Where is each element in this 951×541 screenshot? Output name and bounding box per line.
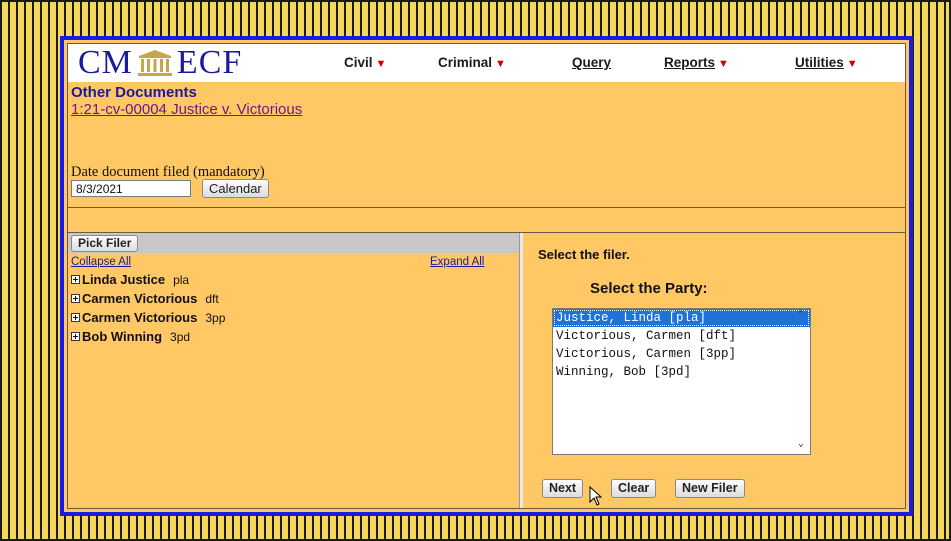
expand-plus-icon[interactable] <box>71 275 80 284</box>
menu-civil-label: Civil <box>344 55 373 70</box>
menu-criminal-label: Criminal <box>438 55 493 70</box>
menu-query[interactable]: Query <box>572 55 611 70</box>
menu-bar: CM ECF Civil ▼ Criminal ▼ Query Reports … <box>68 44 905 82</box>
tree-item-name: Bob Winning <box>82 329 163 344</box>
tree-item-name: Carmen Victorious <box>82 291 198 306</box>
tree-item[interactable]: Linda Justice pla <box>71 272 189 287</box>
clear-button[interactable]: Clear <box>611 479 657 498</box>
menu-utilities[interactable]: Utilities ▼ <box>795 55 858 70</box>
mouse-pointer-icon <box>589 486 603 506</box>
page-title: Other Documents <box>71 84 197 101</box>
party-select-panel: Select the filer. Select the Party: Just… <box>523 233 905 508</box>
tree-item[interactable]: Carmen Victorious 3pp <box>71 310 225 325</box>
divider-line <box>68 207 905 208</box>
tree-item-name: Linda Justice <box>82 272 166 287</box>
filer-tree-header: Pick Filer <box>68 233 519 253</box>
pick-filer-button[interactable]: Pick Filer <box>71 235 139 252</box>
logo-text-right: ECF <box>176 44 243 81</box>
expand-plus-icon[interactable] <box>71 294 80 303</box>
new-filer-button[interactable]: New Filer <box>675 479 745 498</box>
party-option[interactable]: Winning, Bob [3pd] <box>553 363 810 381</box>
next-button[interactable]: Next <box>542 479 584 498</box>
select-party-heading: Select the Party: <box>590 280 708 297</box>
cmecf-window: CM ECF Civil ▼ Criminal ▼ Query Reports … <box>60 36 913 516</box>
party-listbox[interactable]: Justice, Linda [pla] Victorious, Carmen … <box>552 308 811 455</box>
case-link[interactable]: 1:21-cv-00004 Justice v. Victorious <box>71 101 302 118</box>
date-filed-input[interactable] <box>71 180 191 197</box>
tree-item-role: 3pp <box>205 311 226 325</box>
courthouse-icon <box>137 50 172 76</box>
chevron-down-icon: ▼ <box>718 58 729 70</box>
menu-query-label: Query <box>572 55 612 70</box>
scroll-down-icon[interactable]: ⌄ <box>794 438 808 452</box>
party-option[interactable]: Justice, Linda [pla] <box>553 309 810 327</box>
menu-reports[interactable]: Reports ▼ <box>664 55 729 70</box>
menu-civil[interactable]: Civil ▼ <box>344 55 386 70</box>
chevron-down-icon: ▼ <box>495 58 506 70</box>
tree-item-role: 3pd <box>170 330 191 344</box>
content-area: CM ECF Civil ▼ Criminal ▼ Query Reports … <box>67 43 906 509</box>
chevron-down-icon: ▼ <box>846 58 858 70</box>
calendar-button[interactable]: Calendar <box>202 179 269 198</box>
tree-item-role: dft <box>205 292 219 306</box>
tree-item[interactable]: Bob Winning 3pd <box>71 329 190 344</box>
chevron-down-icon: ▼ <box>375 58 387 70</box>
tree-item-role: pla <box>173 273 190 287</box>
menu-utilities-label: Utilities <box>795 55 844 70</box>
collapse-all-link[interactable]: Collapse All <box>71 256 131 268</box>
menu-reports-label: Reports <box>664 55 716 70</box>
expand-all-link[interactable]: Expand All <box>430 256 484 268</box>
cmecf-logo[interactable]: CM ECF <box>78 44 243 81</box>
tree-item[interactable]: Carmen Victorious dft <box>71 291 219 306</box>
menu-criminal[interactable]: Criminal ▼ <box>438 55 506 70</box>
tree-item-name: Carmen Victorious <box>82 310 198 325</box>
filer-tree-panel: Pick Filer Collapse All Expand All Linda… <box>68 233 519 508</box>
party-option[interactable]: Victorious, Carmen [dft] <box>553 327 810 345</box>
expand-plus-icon[interactable] <box>71 313 80 322</box>
expand-plus-icon[interactable] <box>71 332 80 341</box>
party-option[interactable]: Victorious, Carmen [3pp] <box>553 345 810 363</box>
select-filer-text: Select the filer. <box>538 247 630 262</box>
logo-text-left: CM <box>78 44 133 81</box>
scroll-up-icon[interactable]: ⌃ <box>794 309 808 323</box>
